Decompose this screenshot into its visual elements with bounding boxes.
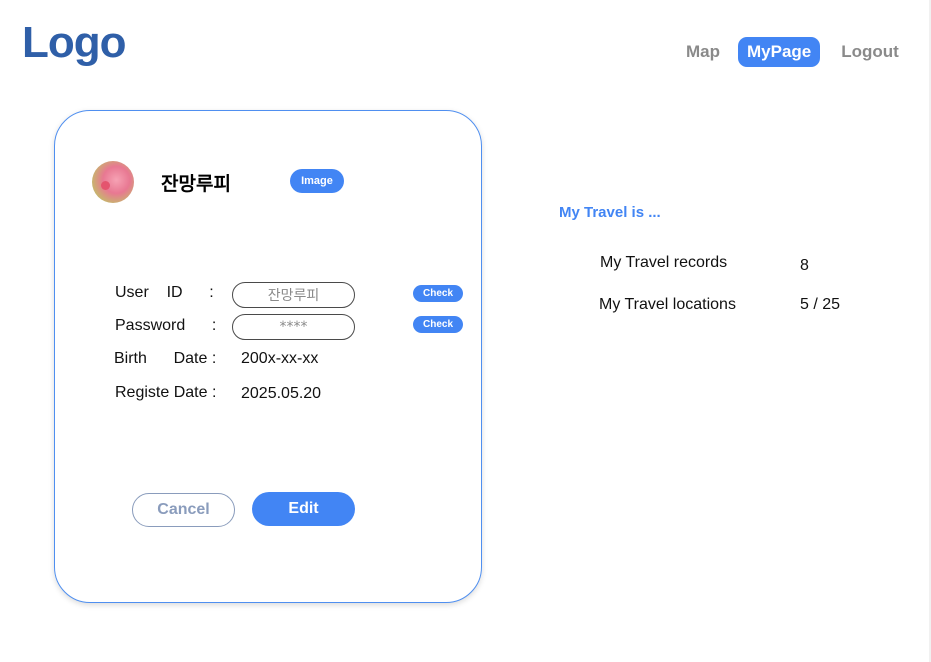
nav-mypage[interactable]: MyPage (738, 36, 821, 67)
avatar (92, 161, 134, 203)
register-date-label: Registe Date : (115, 384, 217, 401)
travel-records-label: My Travel records (600, 254, 728, 271)
password-label: Password : (115, 317, 217, 334)
logo[interactable]: Logo (22, 18, 127, 68)
edit-button[interactable]: Edit (252, 492, 355, 526)
profile-card: 잔망루피 Image User ID : Check Password : Ch… (54, 110, 482, 603)
password-field[interactable] (232, 314, 355, 340)
nav-logout[interactable]: Logout (841, 42, 899, 62)
top-nav: Map MyPage Logout (675, 36, 899, 67)
cancel-button[interactable]: Cancel (132, 493, 235, 527)
travel-section-title: My Travel is ... (559, 204, 661, 221)
birth-date-value: 200x-xx-xx (241, 350, 319, 367)
nav-map[interactable]: Map (686, 42, 720, 62)
register-date-value: 2025.05.20 (241, 385, 322, 402)
check-user-id-button[interactable]: Check (413, 285, 463, 302)
profile-username: 잔망루피 (161, 173, 231, 195)
travel-records-value: 8 (800, 257, 809, 274)
image-button[interactable]: Image (290, 169, 344, 193)
travel-locations-value: 5 / 25 (800, 296, 841, 313)
check-password-button[interactable]: Check (413, 316, 463, 333)
user-id-label: User ID : (115, 284, 214, 301)
avatar-character-icon (101, 181, 110, 190)
birth-date-label: Birth Date : (114, 350, 217, 367)
user-id-field[interactable] (232, 282, 355, 308)
travel-locations-label: My Travel locations (599, 296, 736, 313)
